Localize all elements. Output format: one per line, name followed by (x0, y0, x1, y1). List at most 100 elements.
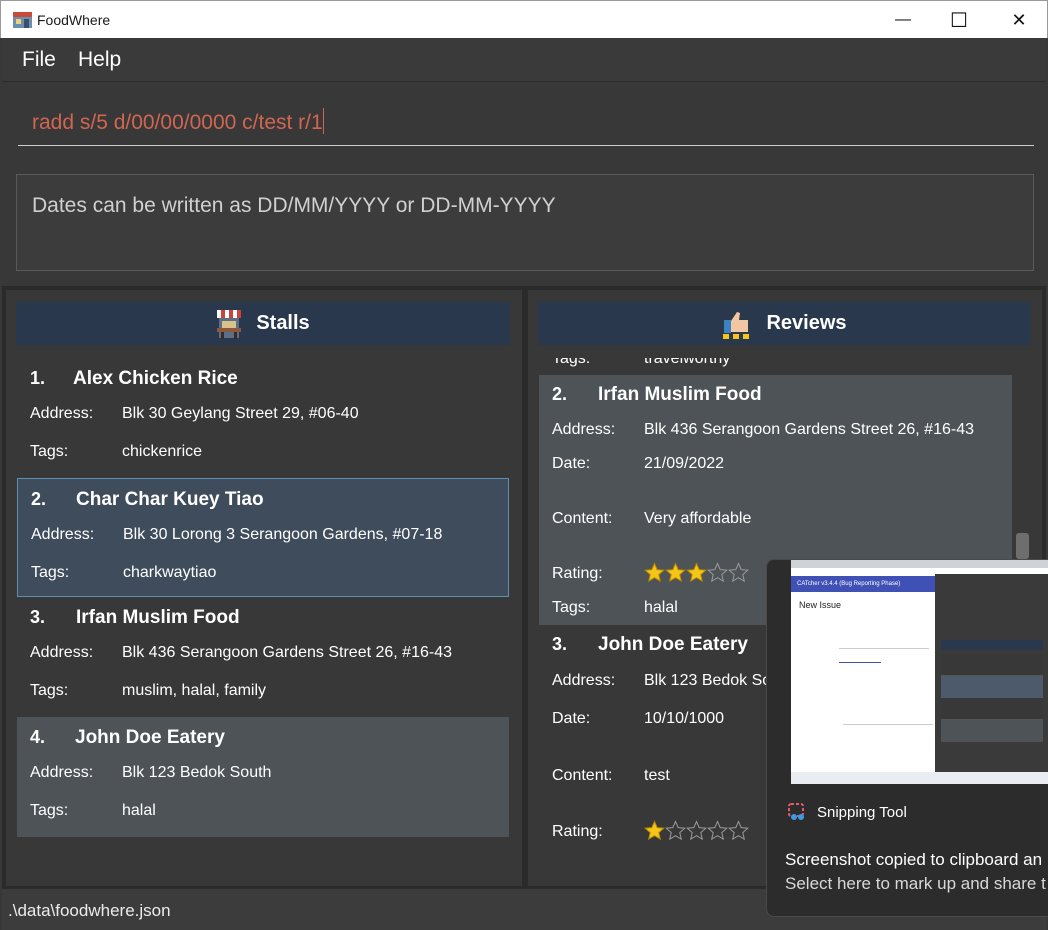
stall-index: 4. (30, 727, 46, 747)
stall-card-selected[interactable]: 2. Char Char Kuey Tiao Address: Blk 30 L… (17, 478, 509, 597)
review-thumbs-up-icon (723, 311, 750, 339)
snipping-tool-notification[interactable]: CATcher v3.4.4 (Bug Reporting Phase) New… (766, 559, 1048, 917)
date-label: Date: (552, 455, 591, 472)
star-filled-icon (644, 562, 665, 583)
thumb-card (941, 720, 1043, 742)
review-address: Blk 123 Bedok So (644, 672, 772, 689)
review-address: Blk 436 Serangoon Gardens Street 26, #16… (644, 421, 974, 438)
address-label: Address: (30, 764, 94, 781)
screenshot-thumbnail[interactable]: CATcher v3.4.4 (Bug Reporting Phase) New… (791, 560, 1048, 784)
reviews-header-label: Reviews (766, 312, 847, 334)
thumb-field-line (839, 648, 929, 649)
stall-address: Blk 436 Serangoon Gardens Street 26, #16… (122, 644, 452, 661)
toast-action-hint[interactable]: Select here to mark up and share t (785, 874, 1046, 894)
stall-list[interactable]: 1. Alex Chicken Rice Address: Blk 30 Gey… (17, 358, 509, 838)
command-input[interactable]: radd s/5 d/00/00/0000 c/test r/1 (18, 100, 1034, 146)
thumb-card (941, 654, 1043, 676)
text-caret (322, 108, 324, 134)
review-stall-name: John Doe Eatery (598, 634, 748, 655)
menu-bar: File Help (2, 38, 1046, 82)
stall-address: Blk 30 Geylang Street 29, #06-40 (122, 405, 359, 422)
star-filled-icon (644, 820, 665, 841)
review-content: test (644, 767, 670, 784)
address-label: Address: (552, 421, 616, 438)
tags-label: Tags: (552, 599, 591, 616)
result-display: Dates can be written as DD/MM/YYYY or DD… (16, 174, 1034, 271)
toast-app-label: Snipping Tool (787, 802, 907, 822)
minimize-button[interactable]: — (873, 1, 933, 39)
thumb-divider (843, 724, 933, 725)
address-label: Address: (30, 405, 94, 422)
snipping-tool-icon (788, 803, 804, 820)
stall-tags: chickenrice (122, 443, 203, 460)
title-bar: FoodWhere — ☐ ✕ (0, 0, 1048, 38)
rating-label: Rating: (552, 565, 603, 582)
thumb-foodwhere-window (935, 574, 1048, 772)
data-file-path: .\data\foodwhere.json (8, 901, 171, 920)
thumb-card (941, 676, 1043, 698)
stalls-header: Stalls (16, 302, 510, 345)
review-stall-name: Irfan Muslim Food (598, 384, 762, 405)
stall-card[interactable]: 4. John Doe Eatery Address: Blk 123 Bedo… (17, 717, 509, 837)
stall-index: 2. (31, 489, 47, 509)
menu-file[interactable]: File (22, 48, 56, 72)
stall-card[interactable]: 1. Alex Chicken Rice Address: Blk 30 Gey… (17, 358, 509, 478)
stalls-header-label: Stalls (256, 312, 310, 334)
tags-label: Tags: (31, 564, 70, 581)
tags-label: Tags: (552, 358, 591, 367)
star-filled-icon (686, 562, 707, 583)
content-label: Content: (552, 767, 613, 784)
address-label: Address: (552, 672, 616, 689)
thumb-tab-underline (839, 662, 881, 663)
maximize-icon: ☐ (950, 9, 968, 32)
review-content: Very affordable (644, 510, 752, 527)
review-index: 2. (552, 384, 568, 404)
maximize-button[interactable]: ☐ (929, 1, 989, 39)
stall-name: Alex Chicken Rice (73, 368, 238, 389)
window-title: FoodWhere (37, 12, 111, 28)
stall-card[interactable]: 3. Irfan Muslim Food Address: Blk 436 Se… (17, 597, 509, 717)
minimize-icon: — (895, 11, 911, 28)
tags-label: Tags: (30, 443, 69, 460)
food-stall-icon (217, 309, 242, 339)
stall-tags: charkwaytiao (123, 564, 217, 581)
rating-stars (644, 562, 749, 583)
close-button[interactable]: ✕ (989, 1, 1048, 39)
tags-label: Tags: (30, 802, 69, 819)
review-tags: halal (644, 599, 678, 616)
address-label: Address: (31, 526, 95, 543)
address-label: Address: (30, 644, 94, 661)
stall-tags: muslim, halal, family (122, 682, 267, 699)
close-icon: ✕ (1011, 9, 1027, 30)
star-empty-icon (728, 820, 749, 841)
date-label: Date: (552, 710, 591, 727)
result-area: Dates can be written as DD/MM/YYYY or DD… (2, 164, 1046, 286)
command-area: radd s/5 d/00/00/0000 c/test r/1 (2, 82, 1046, 164)
stall-name: Char Char Kuey Tiao (76, 489, 264, 510)
toast-app-name: Snipping Tool (817, 803, 907, 821)
stalls-panel: Stalls 1. Alex Chicken Rice Address: Blk… (6, 290, 522, 886)
star-empty-icon (686, 820, 707, 841)
stall-address: Blk 30 Lorong 3 Serangoon Gardens, #07-1… (123, 526, 443, 543)
reviews-scrollbar-thumb[interactable] (1016, 533, 1029, 559)
review-card-partial[interactable]: Tags: travelworthy (539, 358, 1012, 375)
stall-name: Irfan Muslim Food (76, 607, 240, 628)
review-date: 10/10/1000 (644, 710, 725, 727)
tags-label: Tags: (30, 682, 69, 699)
content-label: Content: (552, 510, 613, 527)
stall-name: John Doe Eatery (75, 727, 225, 748)
result-message: Dates can be written as DD/MM/YYYY or DD… (32, 194, 556, 217)
star-empty-icon (728, 562, 749, 583)
rating-stars (644, 820, 749, 841)
review-tags: travelworthy (644, 358, 731, 367)
star-filled-icon (665, 562, 686, 583)
stall-address: Blk 123 Bedok South (122, 764, 272, 781)
review-date: 21/09/2022 (644, 455, 725, 472)
thumb-taskbar (791, 772, 1048, 784)
menu-help[interactable]: Help (78, 48, 121, 72)
star-empty-icon (707, 820, 728, 841)
command-text: radd s/5 d/00/00/0000 c/test r/1 (32, 111, 323, 134)
review-index: 3. (552, 634, 568, 654)
stall-index: 1. (30, 368, 46, 388)
foodwhere-app-icon (13, 12, 32, 28)
